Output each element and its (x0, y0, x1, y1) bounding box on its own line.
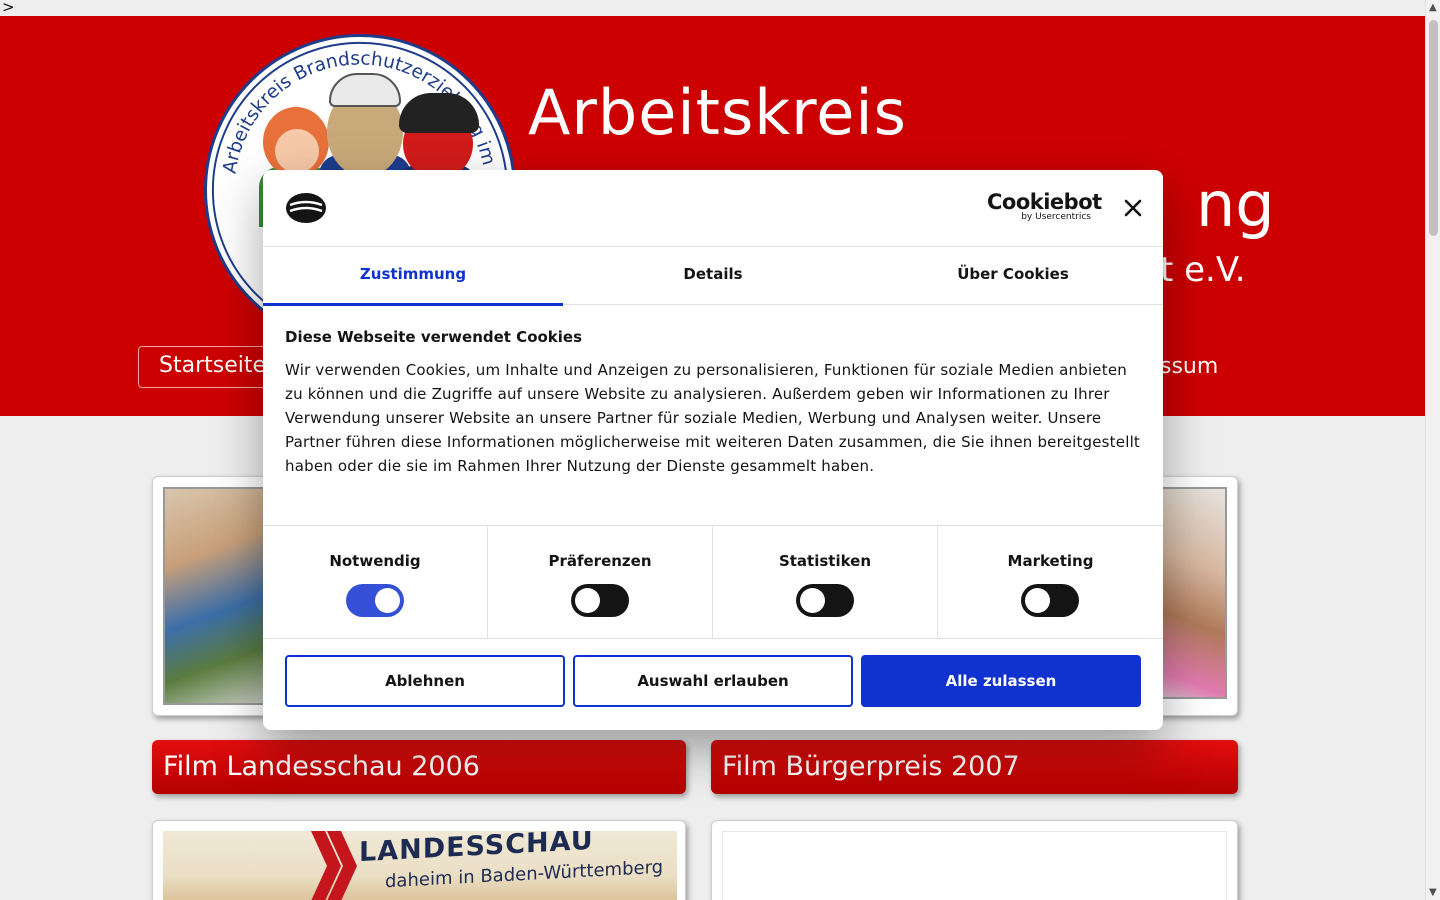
cookiebot-brand-logo: Cookiebot by Usercentrics (987, 190, 1102, 222)
toggle-group-marketing: Marketing (938, 526, 1163, 639)
dialog-title: Diese Webseite verwendet Cookies (285, 328, 583, 346)
allow-all-button[interactable]: Alle zulassen (861, 655, 1141, 707)
toggle-switch-praeferenzen[interactable] (571, 584, 629, 617)
section-heading-buergerpreis: Film Bürgerpreis 2007 (711, 740, 1238, 794)
section-heading-landesschau: Film Landesschau 2006 (152, 740, 686, 794)
chevron-right-icon (311, 831, 357, 900)
tab-ueber-cookies[interactable]: Über Cookies (863, 247, 1163, 305)
dialog-buttons: Ablehnen Auswahl erlauben Alle zulassen (285, 655, 1141, 707)
cookie-consent-dialog: Cookiebot by Usercentrics Zustimmung Det… (263, 170, 1163, 730)
toggle-knob (1025, 588, 1050, 613)
toggle-label: Notwendig (329, 552, 421, 570)
page-scrollbar[interactable]: ▲ ▼ (1425, 0, 1440, 900)
video-card-buergerpreis (711, 820, 1238, 900)
toggle-switch-notwendig[interactable] (346, 584, 404, 617)
scrollbar-thumb[interactable] (1429, 20, 1438, 236)
stray-text: > (2, 0, 15, 16)
video-card-landesschau: LANDESSCHAU daheim in Baden-Württemberg (152, 820, 686, 900)
tab-details[interactable]: Details (563, 247, 863, 305)
buergerpreis-video-embed[interactable] (722, 831, 1227, 900)
tab-zustimmung[interactable]: Zustimmung (263, 247, 563, 306)
allow-selection-button[interactable]: Auswahl erlauben (573, 655, 853, 707)
cookie-logo-icon (286, 193, 326, 223)
close-icon[interactable] (1121, 196, 1145, 220)
toggle-knob (800, 588, 825, 613)
mascot-face-icon (275, 129, 319, 173)
toggle-knob (575, 588, 600, 613)
landesschau-video-thumbnail[interactable]: LANDESSCHAU daheim in Baden-Württemberg (163, 831, 677, 900)
site-title-line1: Arbeitskreis (528, 76, 907, 149)
scroll-down-arrow-icon[interactable]: ▼ (1429, 887, 1437, 898)
cookiebot-brand-text: Cookiebot (987, 190, 1102, 214)
firefighter-helmet-icon (329, 73, 401, 107)
toggle-group-statistiken: Statistiken (713, 526, 938, 639)
toggle-switch-statistiken[interactable] (796, 584, 854, 617)
dialog-header: Cookiebot by Usercentrics (263, 170, 1163, 247)
decline-button[interactable]: Ablehnen (285, 655, 565, 707)
dialog-tabs: Zustimmung Details Über Cookies (263, 247, 1163, 306)
toggle-knob (375, 588, 400, 613)
toggle-label: Marketing (1007, 552, 1094, 570)
consent-toggles: Notwendig Präferenzen Statistiken Market… (263, 525, 1163, 639)
nav-item-impressum[interactable]: ssum (1160, 354, 1218, 379)
toggle-label: Präferenzen (548, 552, 652, 570)
toggle-group-notwendig: Notwendig (263, 526, 488, 639)
scroll-up-arrow-icon[interactable]: ▲ (1429, 2, 1437, 13)
toggle-switch-marketing[interactable] (1021, 584, 1079, 617)
toggle-group-praeferenzen: Präferenzen (488, 526, 713, 639)
site-title-line3: t e.V. (1160, 250, 1246, 290)
toggle-label: Statistiken (778, 552, 872, 570)
dialog-description: Wir verwenden Cookies, um Inhalte und An… (285, 361, 1141, 475)
dialog-body: Diese Webseite verwendet Cookies Wir ver… (285, 328, 1141, 478)
site-title-line2: ng (1196, 168, 1275, 241)
